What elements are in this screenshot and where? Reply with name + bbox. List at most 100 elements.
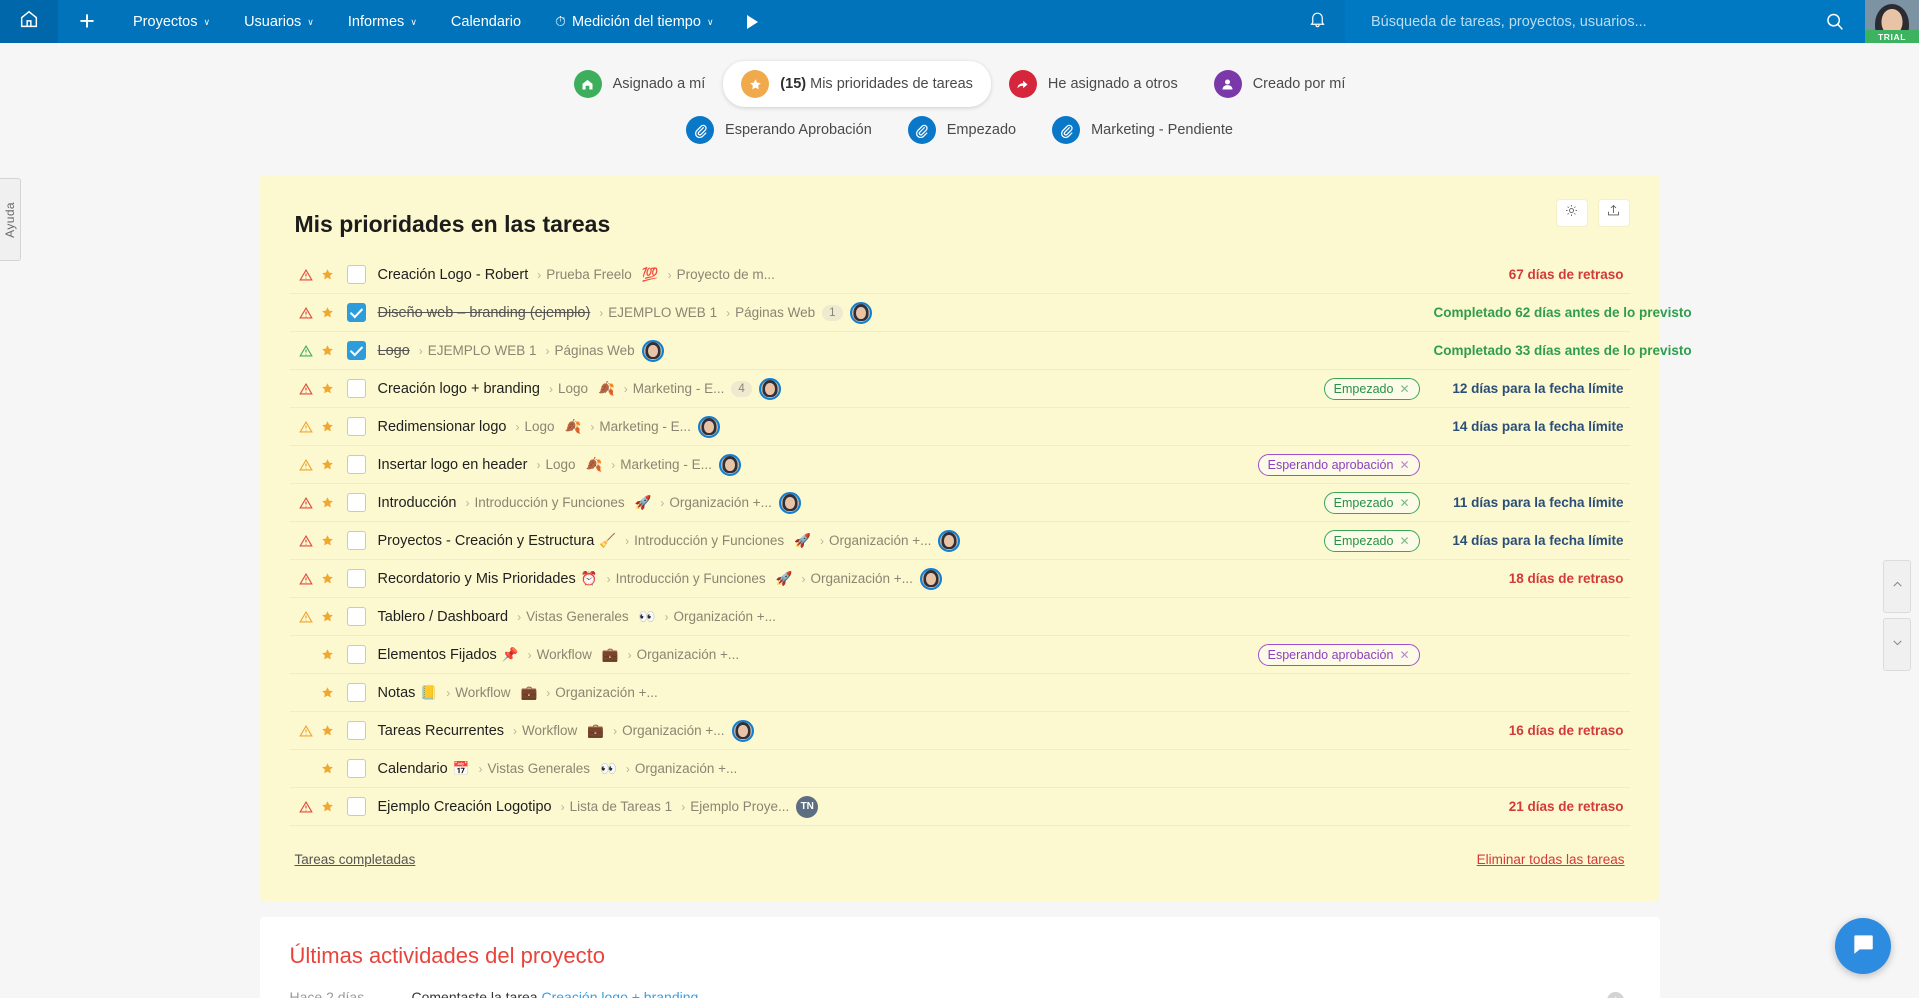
home-button[interactable] [0,0,58,43]
task-checkbox[interactable] [346,607,366,626]
task-checkbox[interactable] [346,683,366,702]
task-name[interactable]: Proyectos - Creación y Estructura [378,533,595,549]
close-icon[interactable]: ✕ [1399,534,1409,548]
task-name[interactable]: Elementos Fijados [378,647,497,663]
star-icon[interactable] [317,305,339,320]
star-icon[interactable] [317,799,339,814]
breadcrumb[interactable]: › Organización +... [613,723,724,738]
star-icon[interactable] [317,533,339,548]
breadcrumb[interactable]: › Organización +... [801,571,912,586]
breadcrumb[interactable]: › Marketing - E... [590,419,691,434]
task-row[interactable]: Recordatorio y Mis Prioridades ⏰ › Introduc… [289,560,1630,598]
task-checkbox[interactable] [346,379,366,398]
task-row[interactable]: Ejemplo Creación Logotipo › Lista de Tarea… [289,788,1630,826]
task-name[interactable]: Redimensionar logo [378,419,507,435]
task-checkbox[interactable] [346,531,366,550]
nav-item-informes[interactable]: Informes ∨ [331,0,434,43]
breadcrumb[interactable]: › Workflow 💼 [528,647,619,663]
breadcrumb[interactable]: › Marketing - E... [611,457,712,472]
task-checkbox[interactable] [346,265,366,284]
task-checkbox[interactable] [346,455,366,474]
filter-pill-empezado[interactable]: Empezado [890,107,1034,153]
assignee-avatar[interactable] [938,529,961,552]
warning-icon[interactable] [295,458,317,472]
status-badge[interactable]: Empezado ✕ [1323,529,1420,552]
task-checkbox[interactable] [346,417,366,436]
assignee-avatar[interactable] [697,415,720,438]
status-badge[interactable]: Empezado ✕ [1323,377,1420,400]
scroll-down-button[interactable] [1883,618,1911,671]
assignee-avatar[interactable] [641,339,664,362]
status-badge[interactable]: Esperando aprobación ✕ [1257,453,1420,476]
breadcrumb[interactable]: › EJEMPLO WEB 1 [419,343,537,358]
star-icon[interactable] [317,343,339,358]
task-row[interactable]: Diseño web – branding (ejemplo) › EJEMPLO … [289,294,1692,332]
filter-pill-he-asignado-a-otros[interactable]: He asignado a otros [991,61,1196,107]
completed-tasks-link[interactable]: Tareas completadas [295,852,416,867]
star-icon[interactable] [317,647,339,662]
breadcrumb[interactable]: › Ejemplo Proye... [681,799,789,814]
breadcrumb[interactable]: › Logo 🍂 [549,381,615,397]
breadcrumb[interactable]: › Workflow 💼 [513,723,604,739]
warning-icon[interactable] [295,534,317,548]
assignee-avatar[interactable] [758,377,781,400]
breadcrumb[interactable]: › Logo 🍂 [536,457,602,473]
task-name[interactable]: Notas [378,685,416,701]
star-icon[interactable] [317,381,339,396]
warning-icon[interactable] [295,496,317,510]
task-name[interactable]: Diseño web – branding (ejemplo) [378,305,591,321]
assignee-avatar[interactable] [731,719,754,742]
task-name[interactable]: Insertar logo en header [378,457,528,473]
assignee-avatar[interactable] [919,567,942,590]
breadcrumb[interactable]: › Páginas Web [726,305,815,320]
close-icon[interactable]: ✕ [1399,496,1409,510]
task-checkbox[interactable] [346,341,366,360]
task-name[interactable]: Introducción [378,495,457,511]
warning-icon[interactable] [295,572,317,586]
star-icon[interactable] [317,571,339,586]
nav-item-proyectos[interactable]: Proyectos ∨ [116,0,227,43]
breadcrumb[interactable]: › Logo 🍂 [515,419,581,435]
nav-item-usuarios[interactable]: Usuarios ∨ [227,0,331,43]
assignee-avatar[interactable] [718,453,741,476]
task-row[interactable]: Redimensionar logo › Logo 🍂 › Marketing - E..… [289,408,1630,446]
star-icon[interactable] [317,495,339,510]
task-row[interactable]: Creación Logo - Robert › Prueba Freelo 💯 › Pr… [289,256,1630,294]
breadcrumb[interactable]: › Introducción y Funciones 🚀 [607,571,793,587]
warning-icon[interactable] [295,800,317,814]
breadcrumb[interactable]: › Marketing - E... [624,381,725,396]
task-checkbox[interactable] [346,759,366,778]
warning-icon[interactable] [295,382,317,396]
filter-pill-esperando-aprobaci-n[interactable]: Esperando Aprobación [668,107,890,153]
task-checkbox[interactable] [346,303,366,322]
star-icon[interactable] [317,267,339,282]
task-name[interactable]: Creación Logo - Robert [378,267,529,283]
task-row[interactable]: Notas 📒 › Workflow 💼 › Organización +... [289,674,1630,712]
task-name[interactable]: Creación logo + branding [378,381,540,397]
scroll-up-button[interactable] [1883,560,1911,613]
task-row[interactable]: Tareas Recurrentes › Workflow 💼 › Organizació… [289,712,1630,750]
task-name[interactable]: Recordatorio y Mis Prioridades [378,571,576,587]
task-row[interactable]: Tablero / Dashboard › Vistas Generales 👀 › Or… [289,598,1630,636]
breadcrumb[interactable]: › Páginas Web [546,343,635,358]
breadcrumb[interactable]: › Organización +... [820,533,931,548]
breadcrumb[interactable]: › Lista de Tareas 1 [561,799,673,814]
breadcrumb[interactable]: › Organización +... [664,609,775,624]
task-row[interactable]: Logo › EJEMPLO WEB 1 › Páginas Web Completado… [289,332,1692,370]
task-row[interactable]: Elementos Fijados 📌 › Workflow 💼 › Organizació… [289,636,1630,674]
notifications-button[interactable] [1289,0,1345,43]
task-name[interactable]: Ejemplo Creación Logotipo [378,799,552,815]
warning-icon[interactable] [295,306,317,320]
nav-item-calendario[interactable]: Calendario [434,0,538,43]
task-row[interactable]: Introducción › Introducción y Funciones 🚀 › O… [289,484,1630,522]
task-checkbox[interactable] [346,797,366,816]
help-tab[interactable]: Ayuda [0,178,21,261]
warning-icon[interactable] [295,420,317,434]
warning-icon[interactable] [295,344,317,358]
task-checkbox[interactable] [346,569,366,588]
breadcrumb[interactable]: › Organización +... [628,647,739,662]
start-timer-button[interactable] [731,0,774,43]
star-icon[interactable] [317,419,339,434]
assignee-avatar[interactable] [778,491,801,514]
filter-pill-marketing-pendiente[interactable]: Marketing - Pendiente [1034,107,1251,153]
